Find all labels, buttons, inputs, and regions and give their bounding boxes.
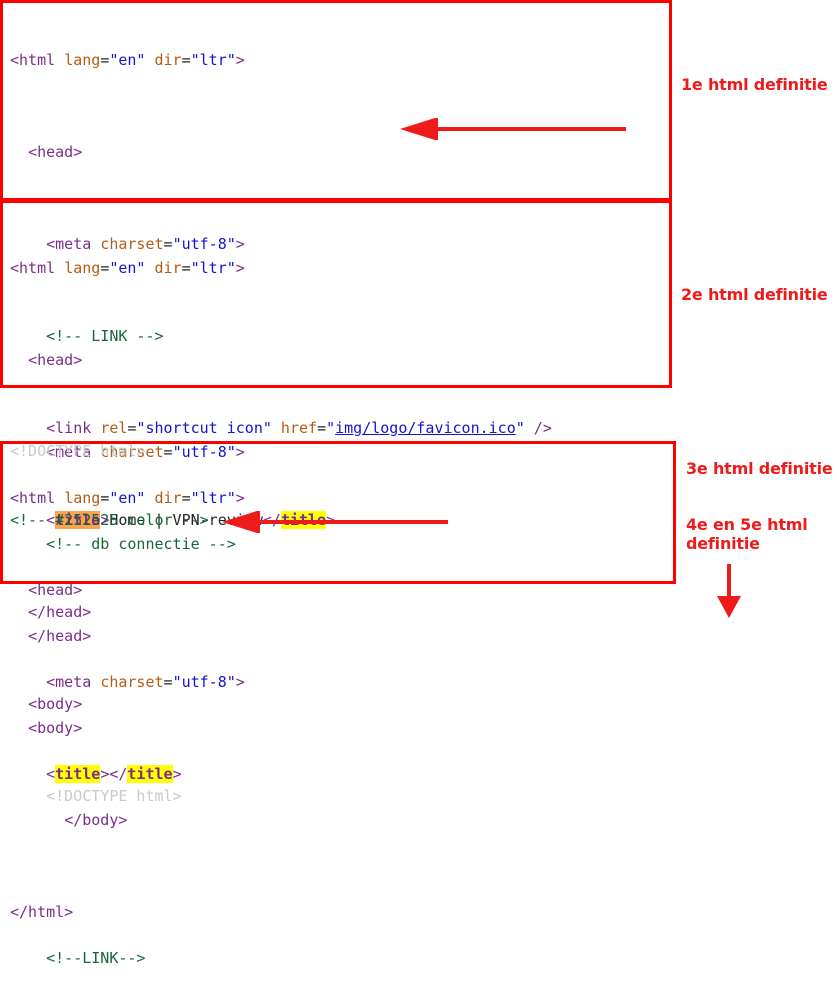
title-open-tag-highlight: title (55, 765, 101, 783)
arrow-to-title-1 (400, 118, 626, 140)
attr-token: lang (64, 489, 101, 507)
angle-bracket-token: </ (109, 765, 128, 783)
angle-bracket-token: < (46, 765, 56, 783)
value-token: "en" (109, 259, 146, 277)
code-line: <html lang="en" dir="ltr"> (10, 257, 660, 280)
comment-link: <!--LINK--> (46, 949, 146, 967)
value-token: "utf-8" (172, 673, 236, 691)
attr-token: lang (64, 51, 101, 69)
tag-token: > (235, 673, 245, 691)
code-line: <head> (10, 579, 660, 602)
arrow-down-to-next (717, 564, 741, 618)
equals-token: = (100, 259, 110, 277)
angle-bracket-token: > (172, 765, 182, 783)
tag-token: > (235, 259, 245, 277)
code-line-title-3: <title></title> (10, 763, 660, 786)
attr-token: dir (145, 51, 182, 69)
equals-token: = (100, 51, 110, 69)
value-token: "ltr" (190, 489, 236, 507)
code-line: <meta charset="utf-8"> (10, 671, 660, 694)
annotation-label-4-line2: definitie (686, 534, 760, 553)
code-line: <head> (10, 141, 660, 164)
angle-bracket-token: > (100, 765, 110, 783)
equals-token: = (181, 489, 191, 507)
value-token: "en" (109, 489, 146, 507)
equals-token: = (181, 259, 191, 277)
value-token: "ltr" (190, 259, 236, 277)
head-tag: <head> (28, 143, 83, 161)
annotation-label-3: 3e html definitie (686, 459, 833, 478)
title-close-tag-highlight: title (127, 765, 173, 783)
code-line: <head> (10, 349, 660, 372)
value-token: "en" (109, 51, 146, 69)
value-token: "ltr" (190, 51, 236, 69)
equals-token: = (100, 489, 110, 507)
tag-token: > (235, 489, 245, 507)
code-line: <html lang="en" dir="ltr"> (10, 487, 660, 510)
annotation-label-1: 1e html definitie (681, 75, 828, 94)
attr-token: charset (100, 673, 164, 691)
arrow-to-title-3 (222, 511, 448, 533)
attr-token: dir (145, 489, 182, 507)
equals-token: = (163, 673, 173, 691)
equals-token: = (181, 51, 191, 69)
head-tag: <head> (28, 351, 83, 369)
tag-token: <html (10, 489, 65, 507)
tag-token: <meta (46, 673, 101, 691)
tag-token: <html (10, 51, 65, 69)
head-tag: <head> (28, 581, 83, 599)
tag-token: <html (10, 259, 65, 277)
tag-token: > (235, 51, 245, 69)
code-line: <!--LINK--> (10, 947, 660, 970)
code-line: <html lang="en" dir="ltr"> (10, 49, 660, 72)
annotation-label-4: 4e en 5e html definitie (686, 515, 826, 553)
attr-token: lang (64, 259, 101, 277)
annotation-label-2: 2e html definitie (681, 285, 828, 304)
attr-token: dir (145, 259, 182, 277)
annotation-label-4-line1: 4e en 5e html (686, 515, 808, 534)
